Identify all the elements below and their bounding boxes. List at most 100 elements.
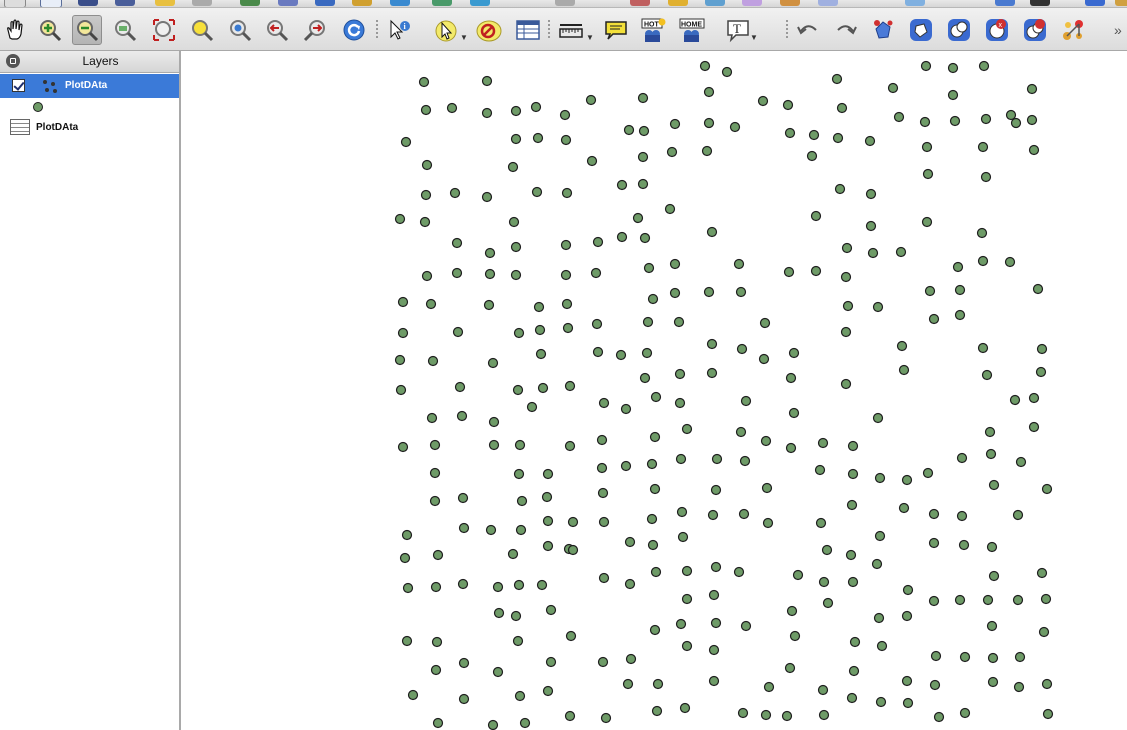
zoom-native-button[interactable]	[227, 17, 253, 43]
layer-item-plotdata[interactable]: PlotDAta	[0, 74, 179, 98]
zoom-out-button[interactable]	[72, 15, 102, 45]
zoom-selection-button[interactable]	[189, 17, 215, 43]
redo-button[interactable]	[833, 17, 859, 43]
annotation-dropdown-caret[interactable]: ▼	[750, 33, 758, 42]
map-point	[847, 440, 859, 452]
map-point	[519, 717, 531, 729]
speech-bubble-icon	[605, 21, 627, 40]
deselect-icon	[476, 20, 502, 42]
map-point	[650, 391, 662, 403]
measure-dropdown-caret[interactable]: ▼	[586, 33, 594, 42]
map-point	[681, 593, 693, 605]
map-point	[642, 316, 654, 328]
redo-edit-icon[interactable]	[1115, 0, 1127, 6]
measure-button[interactable]	[558, 17, 584, 43]
map-point	[788, 407, 800, 419]
paste-features-icon[interactable]	[1030, 0, 1050, 6]
map-point	[874, 530, 886, 542]
save-project-icon[interactable]	[78, 0, 98, 6]
map-point	[456, 410, 468, 422]
attribute-table-button[interactable]	[515, 17, 541, 43]
copy-features-icon[interactable]	[995, 0, 1015, 6]
select-dropdown-caret[interactable]: ▼	[460, 33, 468, 42]
map-point	[564, 380, 576, 392]
map-point	[592, 236, 604, 248]
toolbar-overflow-button[interactable]: »	[1114, 22, 1122, 38]
new-shapefile-icon[interactable]	[432, 0, 452, 6]
plugin-button-5[interactable]	[1022, 17, 1048, 43]
map-point	[596, 462, 608, 474]
map-point	[710, 617, 722, 629]
capture-line-icon[interactable]	[668, 0, 688, 6]
print-icon[interactable]	[192, 0, 212, 6]
map-point	[902, 697, 914, 709]
table-layer-name[interactable]: PlotDAta	[36, 122, 78, 133]
capture-point-icon[interactable]	[630, 0, 650, 6]
add-spatialite-layer-icon[interactable]	[352, 0, 372, 6]
map-point	[840, 326, 852, 338]
text-annotation-button[interactable]: T	[726, 17, 752, 43]
open-project-icon[interactable]	[40, 0, 62, 7]
map-point	[559, 109, 571, 121]
map-point	[817, 684, 829, 696]
plugin-button-6[interactable]	[1060, 17, 1086, 43]
pan-tool-button[interactable]	[2, 17, 28, 43]
layer-visibility-checkbox[interactable]	[12, 79, 25, 92]
plugin-button-3[interactable]	[946, 17, 972, 43]
add-raster-layer-icon[interactable]	[278, 0, 298, 6]
zoom-full-button[interactable]	[112, 17, 138, 43]
map-point	[786, 605, 798, 617]
remove-layer-icon[interactable]	[470, 0, 490, 6]
cut-features-icon[interactable]	[905, 0, 925, 6]
add-vector-layer-icon[interactable]	[240, 0, 260, 6]
map-point	[846, 692, 858, 704]
undo-button[interactable]	[795, 17, 821, 43]
zoom-next-button[interactable]	[302, 17, 328, 43]
refresh-button[interactable]	[341, 17, 367, 43]
move-feature-icon[interactable]	[742, 0, 762, 6]
plugin-button-2[interactable]	[908, 17, 934, 43]
toggle-editing-icon[interactable]	[555, 0, 575, 6]
undo-edit-icon[interactable]	[1085, 0, 1105, 6]
map-point	[887, 82, 899, 94]
map-point	[1009, 394, 1021, 406]
bookmark-home-label: HOME	[681, 22, 702, 29]
identify-button[interactable]: i	[386, 17, 412, 43]
zoom-in-button[interactable]	[37, 17, 63, 43]
map-point	[760, 435, 772, 447]
plugin-button-1[interactable]	[871, 17, 897, 43]
add-postgis-layer-icon[interactable]	[315, 0, 335, 6]
map-point	[586, 155, 598, 167]
new-project-icon[interactable]	[4, 0, 26, 7]
map-point	[515, 524, 527, 536]
map-point	[1026, 83, 1038, 95]
show-bookmarks-button[interactable]: HOME	[679, 17, 705, 43]
map-point	[703, 117, 715, 129]
map-point	[1014, 651, 1026, 663]
map-point	[597, 487, 609, 499]
node-tool-icon[interactable]	[780, 0, 800, 6]
map-point	[784, 127, 796, 139]
zoom-to-layer-button[interactable]	[151, 17, 177, 43]
map-canvas[interactable]	[181, 51, 1127, 730]
deselect-button[interactable]	[476, 17, 502, 43]
map-point	[893, 111, 905, 123]
delete-selected-icon[interactable]	[818, 0, 838, 6]
map-point	[954, 284, 966, 296]
map-tips-button[interactable]	[603, 17, 629, 43]
save-as-icon[interactable]	[115, 0, 135, 6]
select-features-button[interactable]	[434, 17, 460, 43]
map-point	[488, 416, 500, 428]
capture-polygon-icon[interactable]	[705, 0, 725, 6]
map-point	[562, 322, 574, 334]
new-composer-icon[interactable]	[155, 0, 175, 6]
map-point	[532, 132, 544, 144]
zoom-last-button[interactable]	[264, 17, 290, 43]
plugin-button-4[interactable]: x	[984, 17, 1010, 43]
add-wms-layer-icon[interactable]	[390, 0, 410, 6]
map-point	[666, 146, 678, 158]
map-point	[673, 316, 685, 328]
map-point	[664, 203, 676, 215]
new-bookmark-button[interactable]: HOT	[641, 17, 667, 43]
map-point	[649, 624, 661, 636]
